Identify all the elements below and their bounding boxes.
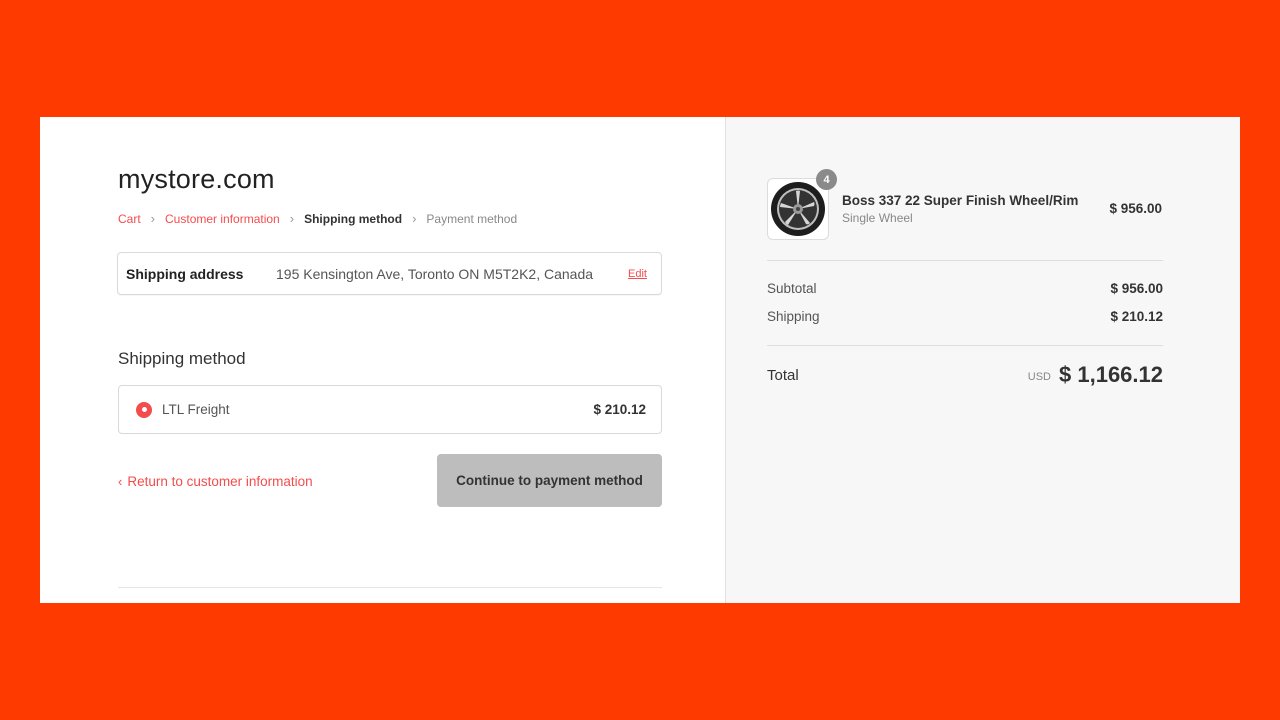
breadcrumb-shipping-method: Shipping method [304,211,403,226]
shipping-value: $ 210.12 [1110,309,1163,324]
total-divider [767,345,1163,346]
shipping-option-ltl-freight[interactable]: LTL Freight $ 210.12 [118,385,662,434]
checkout-card: mystore.com Cart › Customer information … [40,117,1240,603]
shipping-row: Shipping $ 210.12 [767,309,1163,324]
shipping-method-heading: Shipping method [118,349,246,368]
breadcrumb-payment-method: Payment method [426,211,518,226]
store-title[interactable]: mystore.com [118,164,275,195]
shipping-option-radio[interactable] [136,401,152,418]
chevron-left-icon: ‹ [118,474,123,489]
product-name: Boss 337 22 Super Finish Wheel/Rim [842,193,1079,208]
subtotal-label: Subtotal [767,281,817,296]
continue-to-payment-button[interactable]: Continue to payment method [437,454,662,507]
return-to-customer-information-link[interactable]: ‹ Return to customer information [118,474,313,489]
total-amount: $ 1,166.12 [1059,362,1163,387]
shipping-address-review: Shipping address 195 Kensington Ave, Tor… [117,252,662,295]
chevron-right-icon: › [289,211,295,226]
total-amount-group: USD $ 1,166.12 [1028,362,1163,388]
shipping-option-price: $ 210.12 [593,402,646,417]
chevron-right-icon: › [150,211,156,226]
breadcrumb-cart[interactable]: Cart [118,212,141,226]
edit-address-link[interactable]: Edit [628,268,647,280]
order-summary-sidebar: 4 Boss 337 22 Super Finish Wheel/Rim Sin… [725,117,1240,603]
currency-code: USD [1027,371,1052,383]
subtotal-value: $ 956.00 [1110,281,1163,296]
shipping-label: Shipping [767,309,820,324]
return-link-label: Return to customer information [127,474,313,489]
shipping-address-value: 195 Kensington Ave, Toronto ON M5T2K2, C… [276,265,594,282]
shipping-address-label: Shipping address [126,265,244,282]
product-variant: Single Wheel [842,211,913,225]
breadcrumb-customer-information[interactable]: Customer information [165,212,280,226]
checkout-main: mystore.com Cart › Customer information … [40,117,725,603]
subtotal-row: Subtotal $ 956.00 [767,281,1163,296]
breadcrumb: Cart › Customer information › Shipping m… [118,211,517,226]
shipping-option-label: LTL Freight [162,402,230,417]
product-price: $ 956.00 [1109,201,1162,216]
chevron-right-icon: › [412,211,417,226]
footer-divider [118,587,662,588]
quantity-badge: 4 [816,169,837,190]
total-row: Total USD $ 1,166.12 [767,362,1163,388]
wheel-rim-icon [771,182,825,236]
total-label: Total [767,366,799,384]
summary-divider [767,260,1163,261]
